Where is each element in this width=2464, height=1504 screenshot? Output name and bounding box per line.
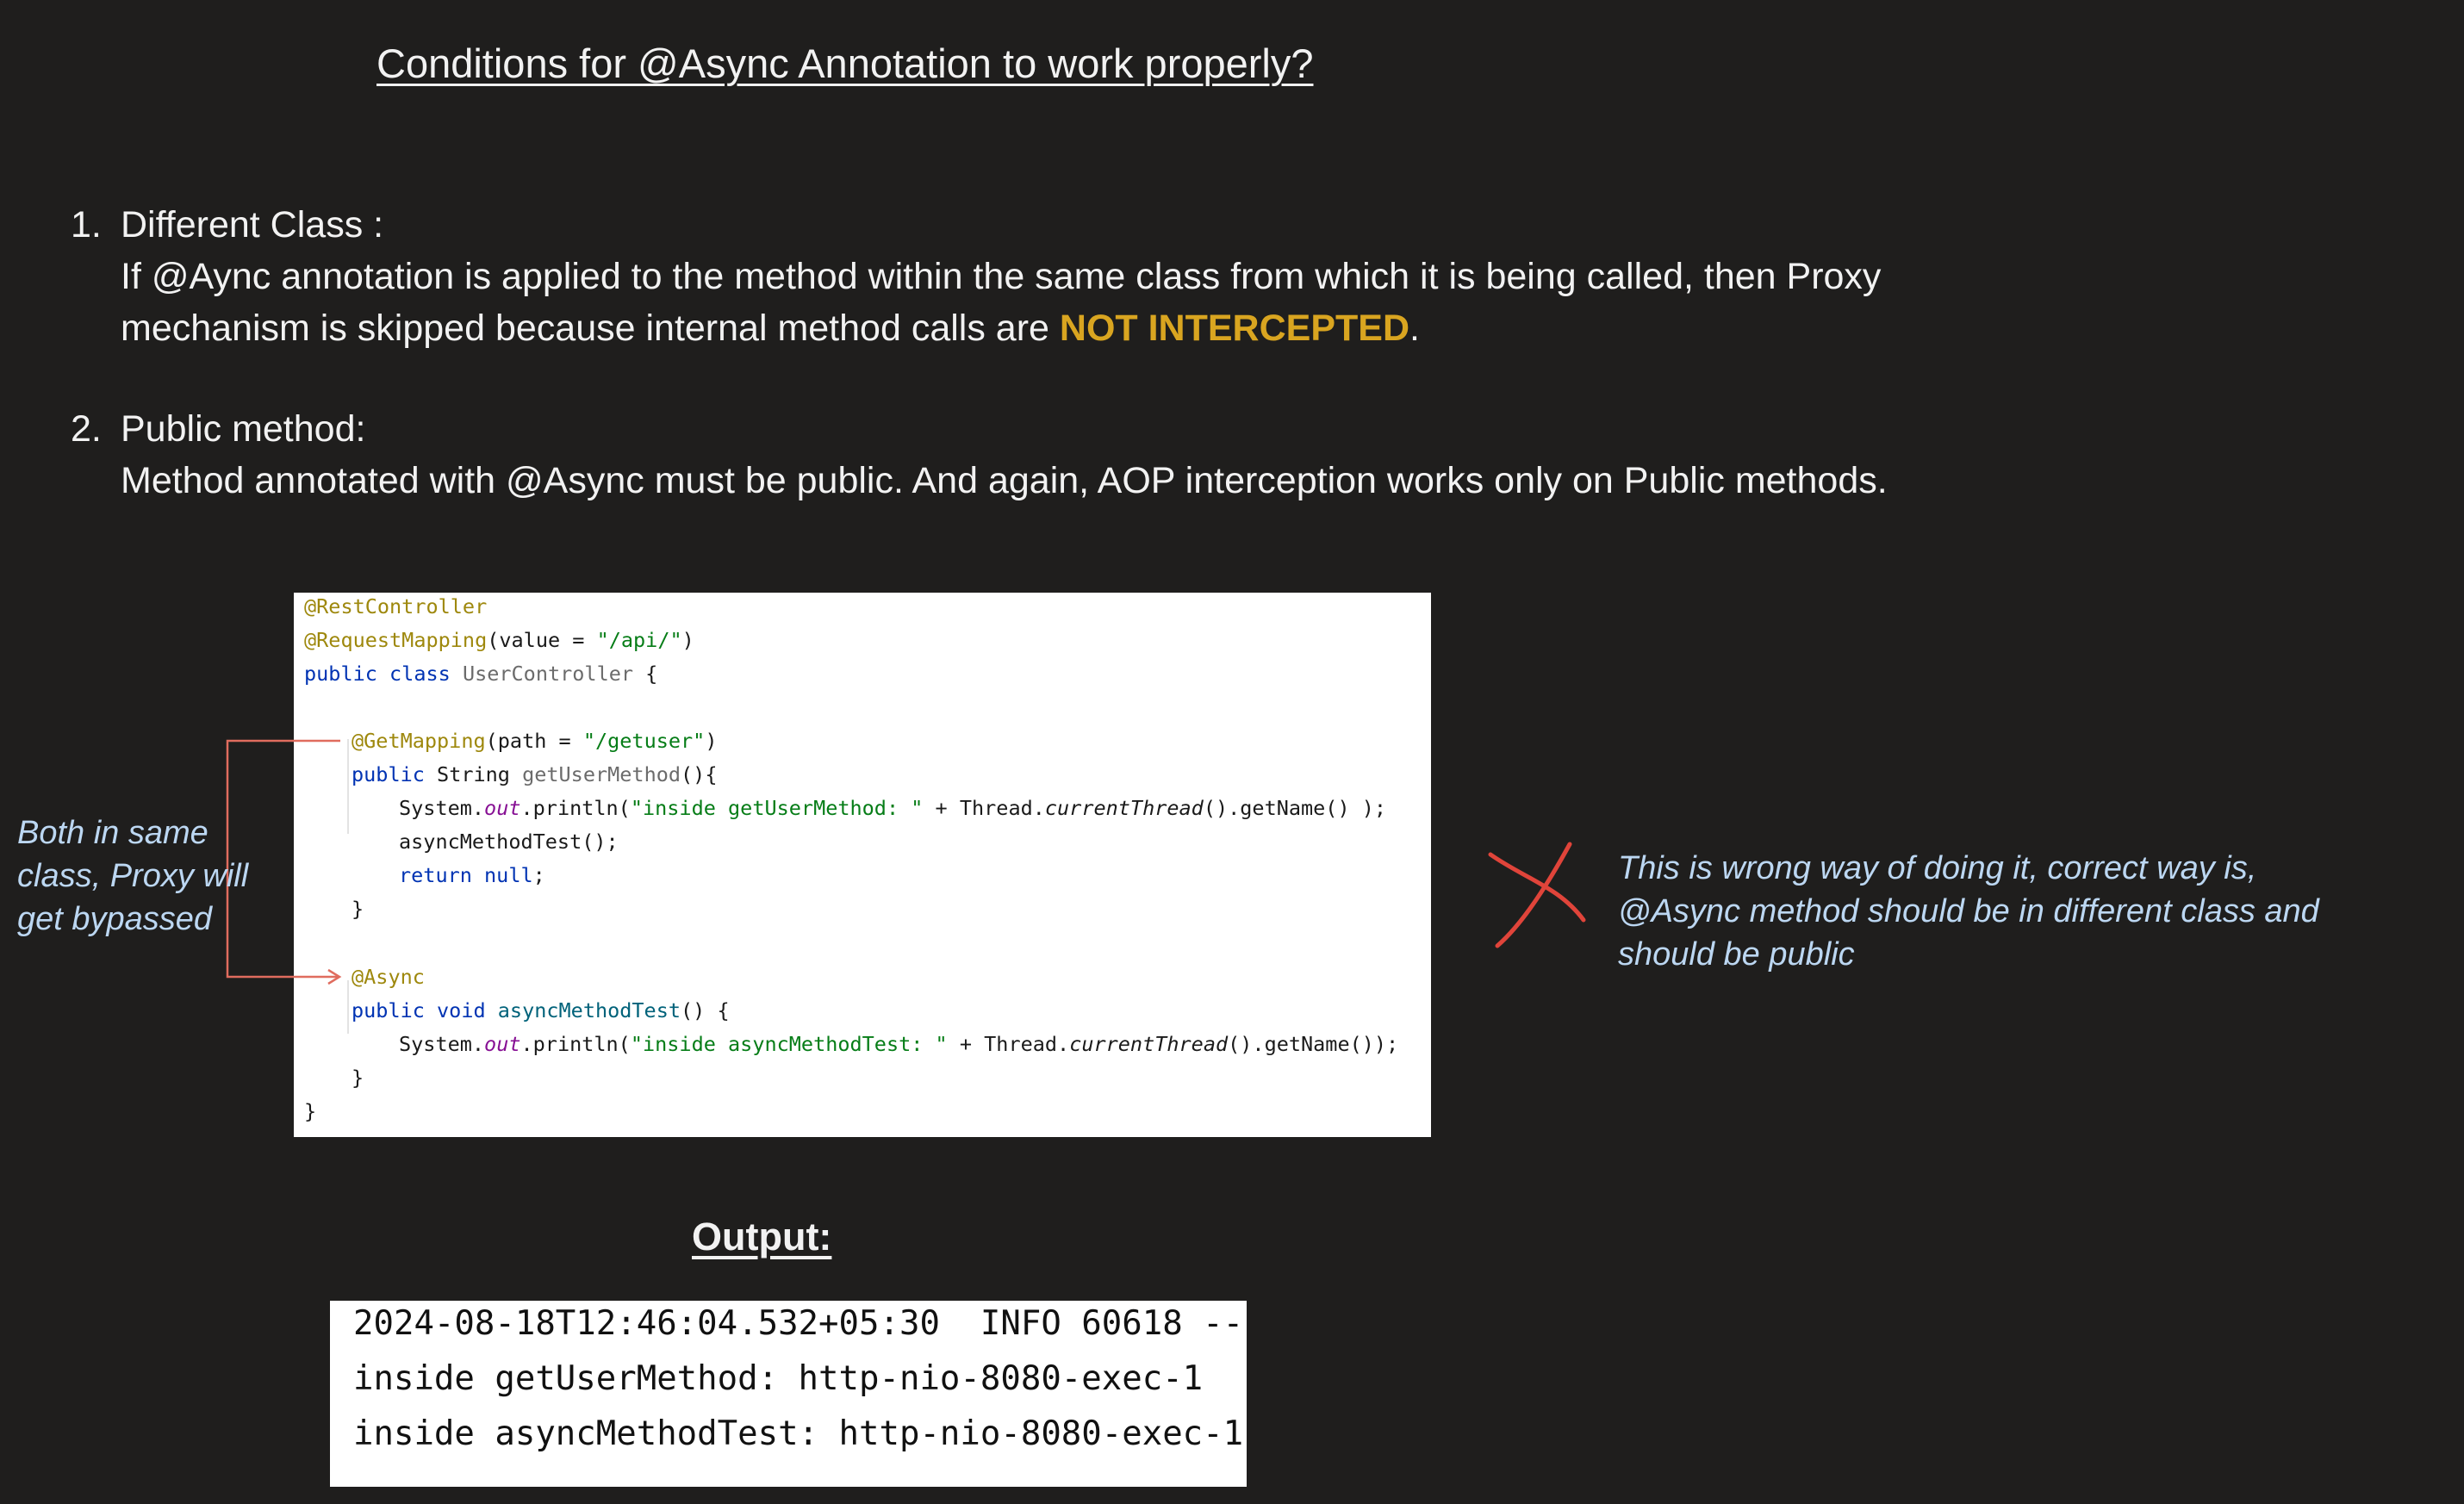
left-note: Both in same class, Proxy will get bypas…: [17, 811, 248, 941]
right-note: This is wrong way of doing it, correct w…: [1618, 847, 2319, 976]
annotation-overlay: [226, 739, 1586, 985]
output-line-1: 2024-08-18T12:46:04.532+05:30 INFO 60618…: [353, 1304, 1247, 1343]
right-note-line3: should be public: [1618, 936, 1855, 973]
left-note-line3: get bypassed: [17, 901, 213, 937]
right-note-line1: This is wrong way of doing it, correct w…: [1618, 850, 2257, 886]
output-title: Output:: [692, 1215, 832, 1259]
output-console: 2024-08-18T12:46:04.532+05:30 INFO 60618…: [330, 1301, 1247, 1487]
left-note-line2: class, Proxy will: [17, 858, 249, 894]
x-mark-icon: [1488, 842, 1586, 948]
left-note-line1: Both in same: [17, 815, 208, 851]
output-line-3: inside asyncMethodTest: http-nio-8080-ex…: [353, 1414, 1244, 1453]
right-note-line2: @Async method should be in different cla…: [1618, 893, 2319, 929]
output-line-2: inside getUserMethod: http-nio-8080-exec…: [353, 1359, 1204, 1398]
